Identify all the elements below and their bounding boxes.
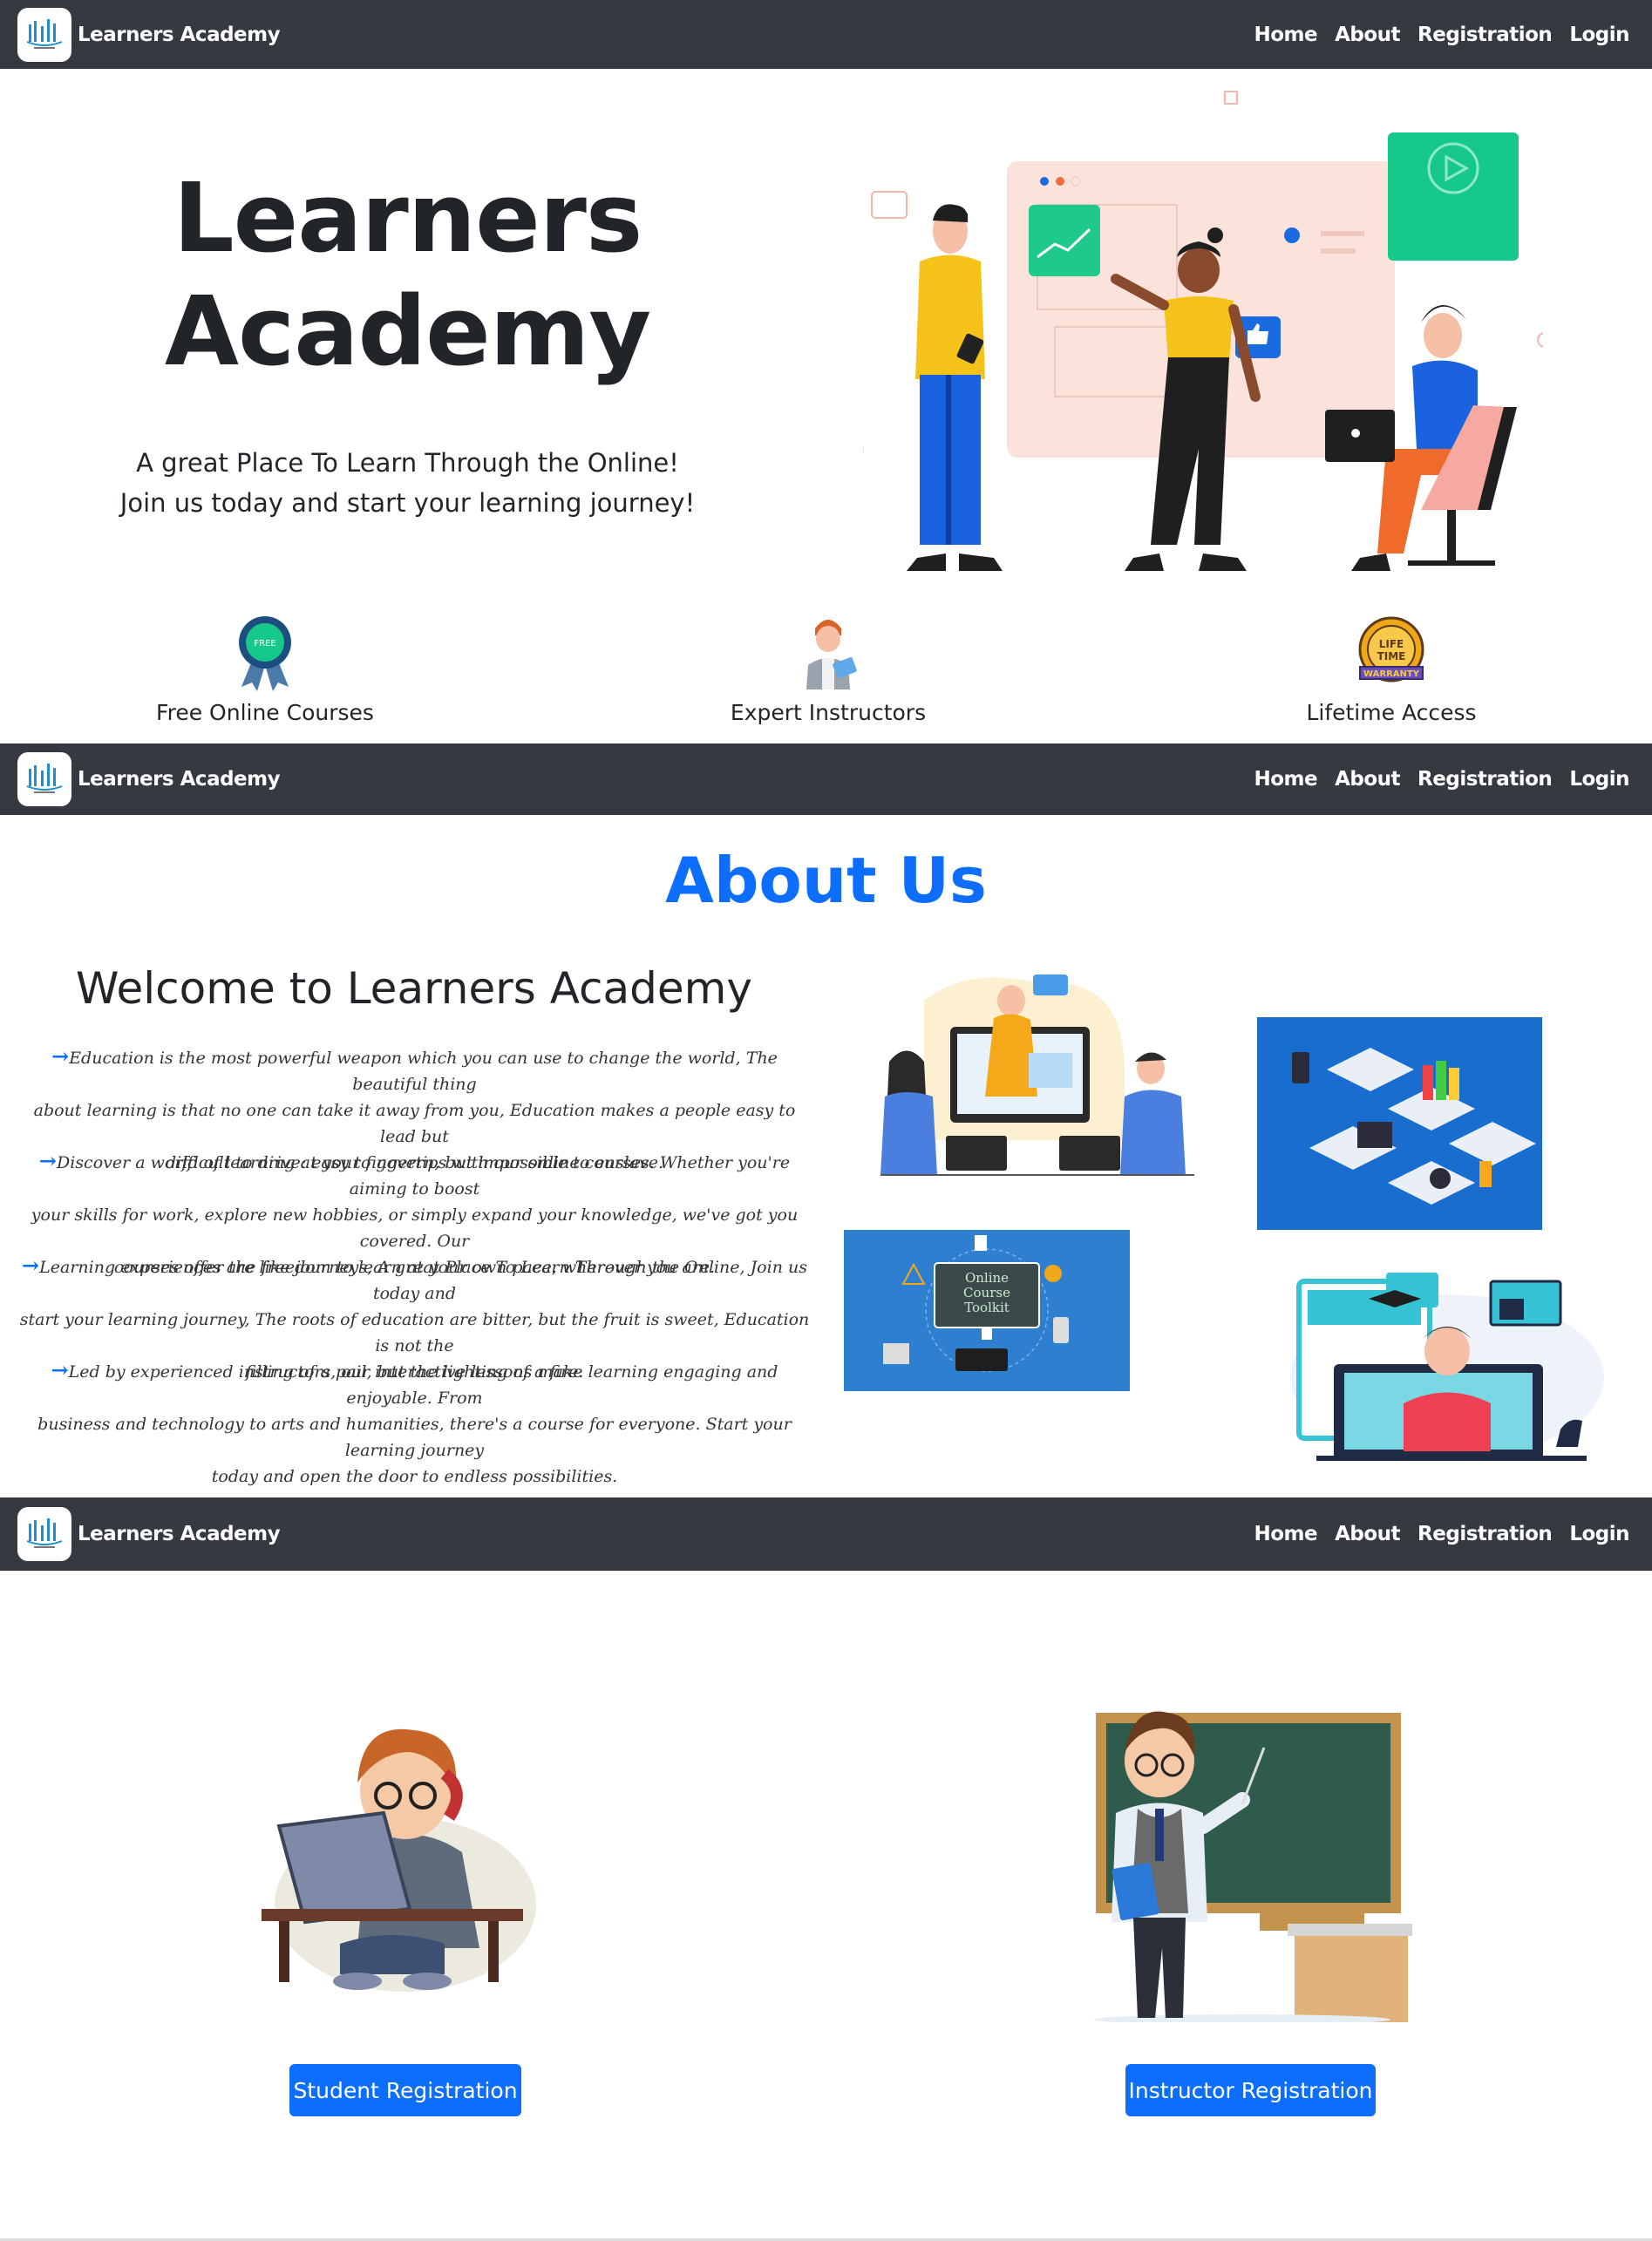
- svg-text:LIFE: LIFE: [1379, 638, 1404, 650]
- arrow-right-icon: →: [51, 1357, 69, 1382]
- welcome-heading: Welcome to Learners Academy: [76, 963, 752, 1014]
- nav-links: Home About Registration Login: [1254, 768, 1629, 791]
- toolkit-line3: Toolkit: [964, 1300, 1010, 1315]
- nav-login[interactable]: Login: [1569, 1523, 1629, 1545]
- nav-home[interactable]: Home: [1254, 768, 1317, 791]
- feature-label: Expert Instructors: [730, 700, 927, 725]
- instructor-icon: [806, 620, 857, 689]
- nav-home[interactable]: Home: [1254, 24, 1317, 46]
- hero-title: Learners Academy: [131, 161, 684, 388]
- nav-about[interactable]: About: [1335, 24, 1400, 46]
- nav-home[interactable]: Home: [1254, 1523, 1317, 1545]
- online-class-illustration: [880, 974, 1194, 1176]
- brand-name: Learners Academy: [78, 1523, 281, 1545]
- lifetime-warranty-icon: LIFE TIME WARRANTY: [1358, 616, 1424, 682]
- nav-login[interactable]: Login: [1569, 24, 1629, 46]
- learning-isometric-illustration: [1257, 1017, 1542, 1230]
- feature-expert-instructors: Expert Instructors: [697, 613, 959, 725]
- toolkit-line1: Online: [965, 1270, 1009, 1286]
- books-logo-icon: [17, 1507, 71, 1561]
- navbar: Learners Academy Home About Registration…: [0, 744, 1652, 815]
- student-registration-button[interactable]: Student Registration: [289, 2064, 521, 2116]
- svg-text:FREE: FREE: [254, 639, 275, 649]
- graduate-online-illustration: [1290, 1273, 1604, 1461]
- toolkit-line2: Course: [963, 1285, 1010, 1300]
- hero-subtitle-line2: Join us today and start your learning jo…: [119, 488, 696, 518]
- instructor-illustration: [1094, 1711, 1412, 2022]
- feature-free-courses: FREE Free Online Courses: [134, 613, 396, 725]
- navbar: Learners Academy Home About Registration…: [0, 1497, 1652, 1571]
- feature-lifetime-access: LIFE TIME WARRANTY Lifetime Access: [1261, 613, 1522, 725]
- nav-about[interactable]: About: [1335, 768, 1400, 791]
- brand-name: Learners Academy: [78, 768, 281, 791]
- arrow-right-icon: →: [51, 1043, 70, 1069]
- student-illustration: [262, 1728, 536, 1992]
- navbar: Learners Academy Home About Registration…: [0, 0, 1652, 69]
- books-logo-icon: [17, 7, 71, 62]
- hero-title-line2: Academy: [164, 275, 651, 387]
- nav-login[interactable]: Login: [1569, 768, 1629, 791]
- feature-label: Free Online Courses: [156, 700, 374, 725]
- brand-link[interactable]: Learners Academy: [17, 752, 281, 806]
- online-course-toolkit-image: Online Course Toolkit: [844, 1230, 1130, 1391]
- nav-links: Home About Registration Login: [1254, 24, 1629, 46]
- svg-text:TIME: TIME: [1377, 650, 1406, 662]
- hero-illustration: [863, 91, 1543, 571]
- nav-registration[interactable]: Registration: [1417, 768, 1553, 791]
- free-badge-icon: FREE: [239, 616, 291, 691]
- books-logo-icon: [17, 752, 71, 806]
- about-heading: About Us: [665, 844, 987, 917]
- arrow-right-icon: →: [22, 1253, 40, 1278]
- nav-registration[interactable]: Registration: [1417, 24, 1553, 46]
- instructor-registration-button[interactable]: Instructor Registration: [1125, 2064, 1376, 2116]
- hero-title-line1: Learners: [173, 162, 643, 274]
- hero-subtitle-line1: A great Place To Learn Through the Onlin…: [136, 448, 679, 478]
- brand-name: Learners Academy: [78, 23, 281, 46]
- feature-label: Lifetime Access: [1306, 700, 1477, 725]
- nav-about[interactable]: About: [1335, 1523, 1400, 1545]
- nav-links: Home About Registration Login: [1254, 1523, 1629, 1545]
- nav-registration[interactable]: Registration: [1417, 1523, 1553, 1545]
- hero-subtitle: A great Place To Learn Through the Onlin…: [87, 443, 728, 523]
- brand-link[interactable]: Learners Academy: [17, 1507, 281, 1561]
- svg-text:WARRANTY: WARRANTY: [1363, 669, 1420, 679]
- arrow-right-icon: →: [38, 1148, 57, 1173]
- brand-link[interactable]: Learners Academy: [17, 7, 281, 62]
- about-paragraph: →Led by experienced instructors, our int…: [37, 1357, 792, 1486]
